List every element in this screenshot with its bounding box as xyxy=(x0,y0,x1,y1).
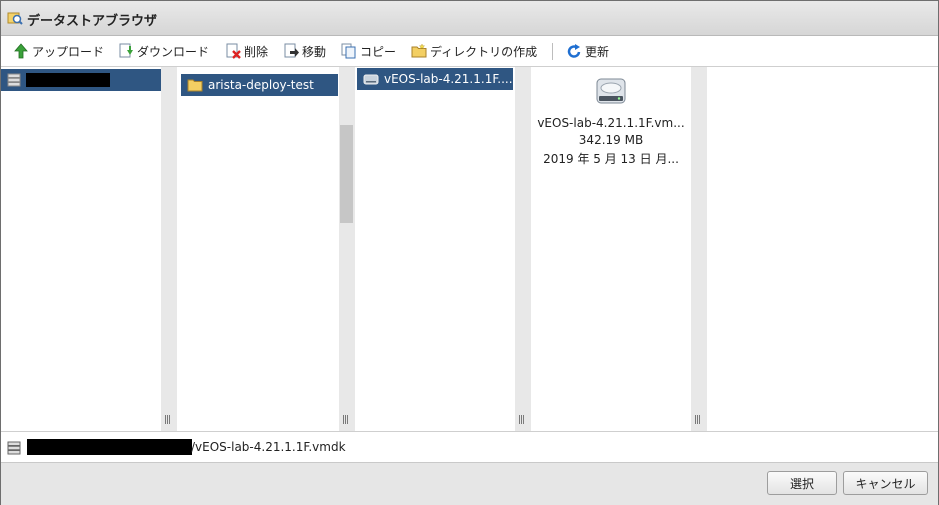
new-folder-icon xyxy=(411,43,427,58)
virtual-disk-icon xyxy=(596,78,626,104)
new-folder-label: ディレクトリの作成 xyxy=(430,44,538,59)
column-scrollbar[interactable]: ||| xyxy=(515,67,531,431)
refresh-label: 更新 xyxy=(585,44,610,59)
selected-path-bar: /vEOS-lab-4.21.1.1F.vmdk xyxy=(1,432,938,462)
datastore-item[interactable] xyxy=(1,69,161,91)
title-bar: データストアブラウザ xyxy=(1,1,938,36)
column-scrollbar[interactable]: ||| xyxy=(339,67,355,431)
selected-path: /vEOS-lab-4.21.1.1F.vmdk xyxy=(191,440,346,454)
refresh-button[interactable]: 更新 xyxy=(566,42,609,60)
preview-file-size: 342.19 MB xyxy=(578,133,644,147)
new-folder-button[interactable]: ディレクトリの作成 xyxy=(411,42,537,60)
file-preview: vEOS-lab-4.21.1.1F.vm... 342.19 MB 2019 … xyxy=(531,67,691,431)
datastore-icon xyxy=(7,73,21,87)
toolbar: アップロード ダウンロード 削除 移動 コピー ディレクトリの作成 更新 xyxy=(1,36,938,67)
copy-button[interactable]: コピー xyxy=(341,42,396,60)
delete-button[interactable]: 削除 xyxy=(225,42,268,60)
folder-column: arista-deploy-test xyxy=(177,67,339,431)
delete-icon xyxy=(226,43,241,59)
datastore-browser-icon xyxy=(7,10,23,26)
column-resize-grip[interactable]: ||| xyxy=(342,415,349,425)
dialog-footer: 選択 キャンセル xyxy=(1,462,938,505)
move-icon xyxy=(284,43,299,58)
delete-label: 削除 xyxy=(244,44,269,59)
move-button[interactable]: 移動 xyxy=(283,42,326,60)
move-label: 移動 xyxy=(302,44,327,59)
datastore-icon xyxy=(7,441,21,455)
download-icon xyxy=(119,43,133,58)
datastore-column xyxy=(1,67,161,431)
folder-name: arista-deploy-test xyxy=(208,78,314,92)
datastore-browser-dialog: データストアブラウザ アップロード ダウンロード 削除 移動 コピー ディレクト… xyxy=(0,0,939,505)
column-resize-grip[interactable]: ||| xyxy=(164,415,171,425)
file-item[interactable]: vEOS-lab-4.21.1.1F.... xyxy=(357,68,513,90)
folder-icon xyxy=(187,79,203,92)
download-button[interactable]: ダウンロード xyxy=(118,42,209,60)
upload-button[interactable]: アップロード xyxy=(13,42,104,60)
column-scrollbar[interactable]: ||| xyxy=(161,67,177,431)
refresh-icon xyxy=(567,44,581,58)
preview-file-date: 2019 年 5 月 13 日 月... xyxy=(543,152,679,166)
cancel-button[interactable]: キャンセル xyxy=(843,471,928,495)
preview-file-name: vEOS-lab-4.21.1.1F.vm... xyxy=(537,116,685,130)
column-resize-grip[interactable]: ||| xyxy=(694,415,701,425)
upload-icon xyxy=(14,43,28,59)
window-title: データストアブラウザ xyxy=(27,14,158,29)
column-browser: ||| arista-deploy-test ||| vEOS-lab-4.21… xyxy=(1,67,938,432)
download-label: ダウンロード xyxy=(137,44,210,59)
toolbar-separator xyxy=(552,43,553,60)
copy-icon xyxy=(341,43,356,59)
scrollbar-thumb[interactable] xyxy=(340,125,353,223)
folder-item[interactable]: arista-deploy-test xyxy=(181,74,338,96)
disk-file-icon xyxy=(363,74,379,85)
file-column: vEOS-lab-4.21.1.1F.... xyxy=(355,67,515,431)
select-button[interactable]: 選択 xyxy=(767,471,837,495)
copy-label: コピー xyxy=(360,44,397,59)
column-resize-grip[interactable]: ||| xyxy=(518,415,525,425)
redacted-datastore-name xyxy=(26,73,110,87)
file-name: vEOS-lab-4.21.1.1F.... xyxy=(384,72,513,86)
column-scrollbar[interactable]: ||| xyxy=(691,67,707,431)
redacted-path-prefix xyxy=(27,439,192,455)
upload-label: アップロード xyxy=(32,44,105,59)
